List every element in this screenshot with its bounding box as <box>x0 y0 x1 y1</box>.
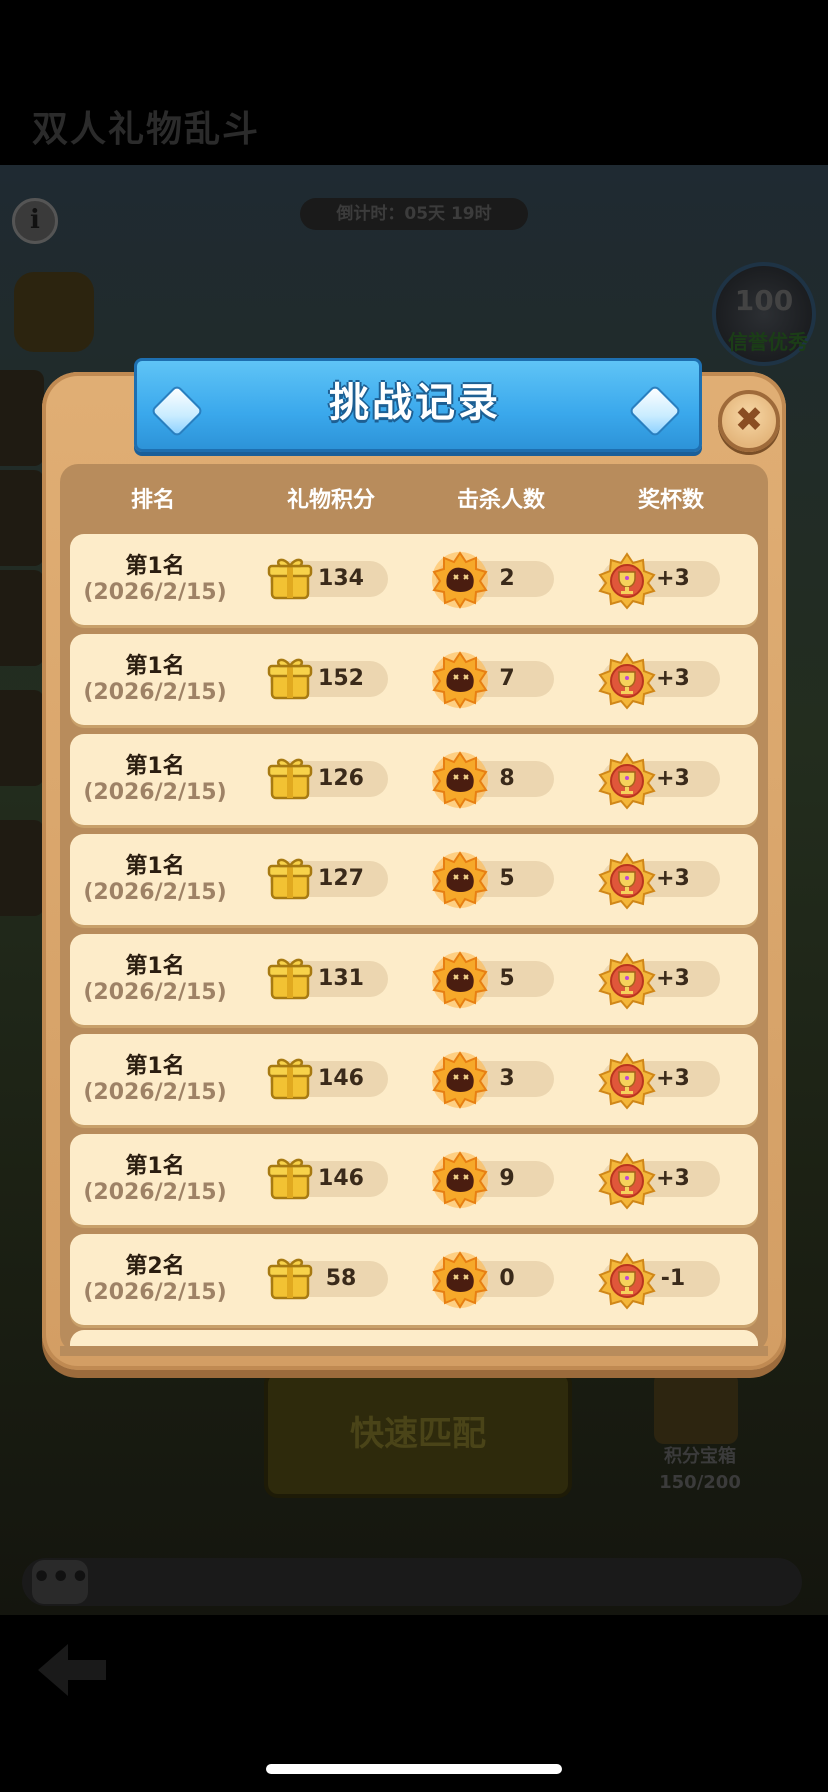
kill-skull-icon <box>432 1251 488 1309</box>
gift-icon <box>267 1258 313 1300</box>
trophy-icon <box>598 552 656 610</box>
chat-bar[interactable] <box>22 1558 802 1606</box>
record-date: (2026/2/15) <box>83 680 227 705</box>
trophy-icon <box>598 852 656 910</box>
rank-label: 第1名 <box>125 1054 185 1079</box>
side-tab[interactable] <box>0 820 44 916</box>
game-title: 双人礼物乱斗 <box>32 109 261 150</box>
quick-match-button[interactable]: 快速匹配 <box>264 1370 572 1498</box>
table-row: 第1名 (2026/2/15) 146 9 +3 <box>70 1134 758 1225</box>
rank-label: 第1名 <box>125 654 185 679</box>
ellipsis-icon[interactable]: ••• <box>32 1560 90 1604</box>
trophy-icon <box>598 952 656 1010</box>
treasure-label: 积分宝箱 150/200 <box>640 1444 760 1496</box>
countdown-timer: 倒计时：05天 19时 <box>300 198 528 230</box>
kill-skull-icon <box>432 651 488 709</box>
table-row: 第2名 (2026/2/15) 58 0 -1 <box>70 1234 758 1325</box>
record-date: (2026/2/15) <box>83 580 227 605</box>
table-row: 第1名 (2026/2/15) 134 2 +3 <box>70 534 758 625</box>
back-arrow-icon[interactable] <box>34 1640 110 1700</box>
kill-skull-icon <box>432 1051 488 1109</box>
trophy-icon <box>598 1152 656 1210</box>
trophy-icon[interactable] <box>14 272 94 352</box>
kill-skull-icon <box>432 751 488 809</box>
record-date: (2026/2/15) <box>83 1180 227 1205</box>
side-tab[interactable] <box>0 690 44 786</box>
trophy-icon <box>598 1052 656 1110</box>
gift-icon <box>267 958 313 1000</box>
home-indicator[interactable] <box>266 1764 562 1774</box>
kill-skull-icon <box>432 951 488 1009</box>
side-tab[interactable] <box>0 370 44 466</box>
panel-bottom-edge <box>60 1346 768 1356</box>
gift-icon <box>267 658 313 700</box>
gift-icon <box>267 1058 313 1100</box>
rank-label: 第1名 <box>125 754 185 779</box>
treasure-progress: 150/200 <box>659 1472 741 1493</box>
column-header-kills: 击杀人数 <box>456 488 545 513</box>
rank-label: 第1名 <box>125 954 185 979</box>
trophy-icon <box>598 652 656 710</box>
gift-icon <box>267 1158 313 1200</box>
rank-label: 第1名 <box>125 854 185 879</box>
record-date: (2026/2/15) <box>83 980 227 1005</box>
credit-score: 100 <box>734 284 794 317</box>
record-date: (2026/2/15) <box>83 780 227 805</box>
gift-icon <box>267 558 313 600</box>
record-date: (2026/2/15) <box>83 1080 227 1105</box>
gift-icon <box>267 758 313 800</box>
treasure-title: 积分宝箱 <box>664 1446 736 1467</box>
side-tab[interactable] <box>0 570 44 666</box>
table-row: 第1名 (2026/2/15) 152 7 +3 <box>70 634 758 725</box>
column-header-gift-points: 礼物积分 <box>286 488 375 513</box>
column-header-trophies: 奖杯数 <box>637 488 704 513</box>
trophy-icon <box>598 752 656 810</box>
credit-label: 信誉优秀 <box>728 330 808 354</box>
gift-icon <box>267 858 313 900</box>
kill-skull-icon <box>432 551 488 609</box>
table-row: 第1名 (2026/2/15) 127 5 +3 <box>70 834 758 925</box>
table-header: 排名 礼物积分 击杀人数 奖杯数 <box>60 482 768 518</box>
column-header-rank: 排名 <box>130 488 175 513</box>
table-row: 第1名 (2026/2/15) 131 5 +3 <box>70 934 758 1025</box>
close-icon[interactable]: ✖ <box>718 390 780 452</box>
treasure-chest-icon[interactable] <box>654 1372 738 1444</box>
rank-label: 第1名 <box>125 1154 185 1179</box>
kill-skull-icon <box>432 1151 488 1209</box>
trophy-icon <box>598 1252 656 1310</box>
info-icon[interactable]: i <box>12 198 58 244</box>
record-date: (2026/2/15) <box>83 1280 227 1305</box>
side-tab[interactable] <box>0 470 44 566</box>
table-row: 第1名 (2026/2/15) 126 8 +3 <box>70 734 758 825</box>
record-date: (2026/2/15) <box>83 880 227 905</box>
kill-skull-icon <box>432 851 488 909</box>
table-row: 第1名 (2026/2/15) 146 3 +3 <box>70 1034 758 1125</box>
modal-title: 挑战记录 <box>329 380 501 426</box>
rank-label: 第2名 <box>125 1254 185 1279</box>
rank-label: 第1名 <box>125 554 185 579</box>
